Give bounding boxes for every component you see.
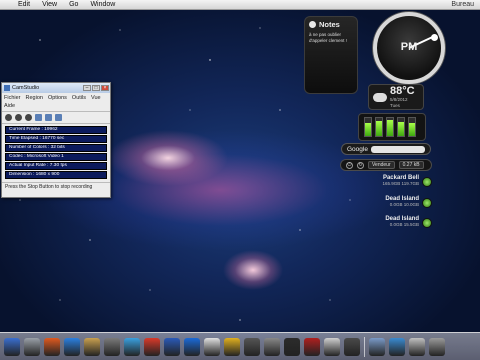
istat-bar <box>386 117 394 137</box>
drive-item[interactable]: Dead Island 0.0GB 10.0GB <box>368 196 432 216</box>
menubar-right-label[interactable]: Bureau <box>451 1 480 8</box>
camstudio-title: CamStudio <box>12 85 40 91</box>
camstudio-toolbar <box>2 111 110 124</box>
record-icon[interactable] <box>5 114 12 121</box>
dock-app-icon[interactable] <box>44 337 60 356</box>
menu-fichier[interactable]: Fichier <box>4 94 21 102</box>
istat-bar-fill <box>387 119 393 136</box>
dock-app-icon[interactable] <box>389 337 405 356</box>
notes-header: Notes <box>305 17 357 32</box>
minimize-icon[interactable]: – <box>83 85 91 91</box>
camstudio-window: CamStudio – □ × Fichier Region Options O… <box>1 82 111 198</box>
clock-period: PM <box>400 41 418 53</box>
pin-icon <box>309 21 316 28</box>
dock-separator <box>364 336 365 357</box>
dock-app-icon[interactable] <box>204 337 220 356</box>
dock-app-icon[interactable] <box>184 337 200 356</box>
notes-title: Notes <box>319 20 340 29</box>
menu-region[interactable]: Region <box>26 94 43 102</box>
camstudio-stats: Current Frame : 19962 Time Elapsed : 167… <box>2 124 110 182</box>
eject-icon[interactable] <box>422 177 432 187</box>
menu-outils[interactable]: Outils <box>72 94 86 102</box>
close-icon[interactable]: × <box>101 85 109 91</box>
google-search-widget[interactable]: Google <box>341 143 431 155</box>
eject-icon[interactable] <box>422 218 432 228</box>
menu-options[interactable]: Options <box>48 94 67 102</box>
window-buttons: – □ × <box>83 85 110 91</box>
notes-widget[interactable]: Notes à ne pas oublier d'appeler clement… <box>304 16 358 94</box>
google-search-input[interactable] <box>370 145 425 153</box>
strip-segment-rate[interactable]: 0.27 kB <box>398 161 424 169</box>
istat-bar <box>375 117 383 137</box>
menu-aide[interactable]: Aide <box>4 102 15 110</box>
dock-app-icon[interactable] <box>164 337 180 356</box>
dock-app-icon[interactable] <box>224 337 240 356</box>
stat-row: Dimension : 1680 x 900 <box>5 171 107 179</box>
menu-window[interactable]: Window <box>84 1 121 8</box>
weather-widget[interactable]: 88°C 5/8/2012 Tues <box>368 84 424 110</box>
refresh-icon[interactable]: ↻ <box>357 161 364 169</box>
camstudio-app-icon <box>4 85 10 91</box>
pause-icon[interactable] <box>15 114 22 121</box>
weather-temperature: 88°C <box>390 84 415 97</box>
dock-app-icon[interactable] <box>284 337 300 356</box>
dock-app-icon[interactable] <box>409 337 425 356</box>
settings-icon[interactable] <box>45 114 52 121</box>
stat-row: Number of Colors : 32 bits <box>5 144 107 152</box>
power-icon[interactable]: ⏻ <box>346 161 353 169</box>
dock-app-icon[interactable] <box>264 337 280 356</box>
camstudio-status: Press the Stop Button to stop recording <box>2 182 110 191</box>
istat-bar-fill <box>398 121 404 136</box>
stat-row: Codec : Microsoft Video 1 <box>5 153 107 161</box>
dock-app-icon[interactable] <box>24 337 40 356</box>
istat-widget[interactable] <box>358 113 426 141</box>
strip-segment-vendor[interactable]: Vendeur <box>368 161 395 169</box>
dock-app-icon[interactable] <box>144 337 160 356</box>
drive-item[interactable]: Packard Bell 165.9GB 119.7GB <box>368 175 432 195</box>
google-label: Google <box>347 145 368 153</box>
menu-edit[interactable]: Edit <box>12 1 36 8</box>
region-icon[interactable] <box>35 114 42 121</box>
control-strip: ⏻ ↻ Vendeur 0.27 kB <box>340 159 432 171</box>
istat-bar <box>364 117 372 137</box>
dock-app-icon[interactable] <box>124 337 140 356</box>
drive-item[interactable]: Dead Island 0.0GB 15.5GB <box>368 216 432 236</box>
dock-app-icon[interactable] <box>4 337 20 356</box>
istat-bar-fill <box>376 120 382 136</box>
dock-app-icon[interactable] <box>369 337 385 356</box>
stat-row: Actual Input Rate : 7.30 fps <box>5 162 107 170</box>
clock-widget[interactable]: PM <box>373 12 445 84</box>
dock-app-icon[interactable] <box>324 337 340 356</box>
camstudio-titlebar[interactable]: CamStudio – □ × <box>2 83 110 93</box>
istat-bar <box>397 117 405 137</box>
stat-row: Time Elapsed : 16770 sec <box>5 135 107 143</box>
stat-row: Current Frame : 19962 <box>5 126 107 134</box>
cloud-icon <box>373 92 387 102</box>
istat-bar-fill <box>365 122 371 136</box>
annotation-icon[interactable] <box>55 114 62 121</box>
eject-icon[interactable] <box>422 198 432 208</box>
istat-bar-fill <box>409 123 415 136</box>
menu-view[interactable]: View <box>36 1 63 8</box>
dock-app-icon[interactable] <box>104 337 120 356</box>
dock-app-icon[interactable] <box>244 337 260 356</box>
dock-app-icon[interactable] <box>429 337 445 356</box>
dock <box>0 332 480 360</box>
weather-day: Tues <box>390 102 400 108</box>
stop-icon[interactable] <box>25 114 32 121</box>
maximize-icon[interactable]: □ <box>92 85 100 91</box>
menu-bar: Edit View Go Window Bureau <box>0 0 480 10</box>
menu-vue[interactable]: Vue <box>91 94 101 102</box>
dock-app-icon[interactable] <box>64 337 80 356</box>
clock-knob <box>431 34 438 41</box>
notes-body[interactable]: à ne pas oublier d'appeler clement ! <box>305 32 357 44</box>
dock-app-icon[interactable] <box>84 337 100 356</box>
istat-bar <box>408 117 416 137</box>
dock-app-icon[interactable] <box>344 337 360 356</box>
dock-app-icon[interactable] <box>304 337 320 356</box>
camstudio-menu: Fichier Region Options Outils Vue Aide <box>2 93 110 111</box>
menu-go[interactable]: Go <box>63 1 84 8</box>
